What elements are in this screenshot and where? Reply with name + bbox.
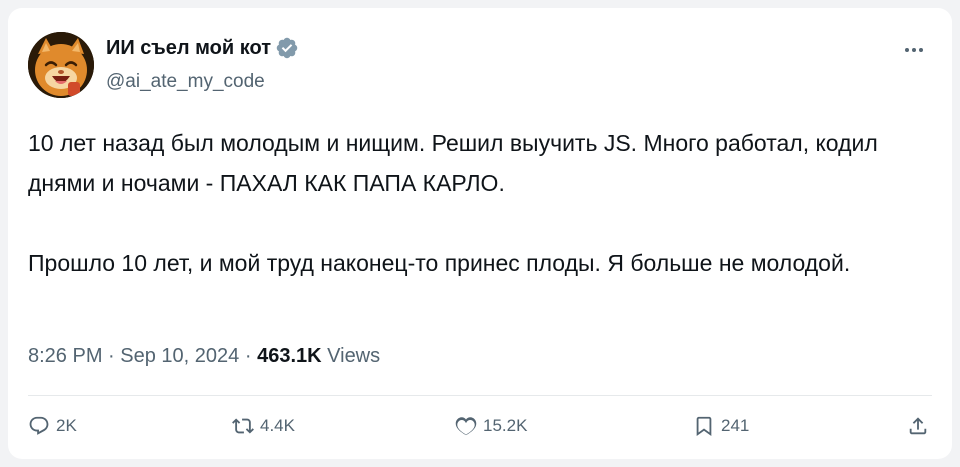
- retweet-count: 4.4K: [260, 416, 295, 435]
- share-icon: [909, 417, 927, 435]
- tweet-text: 10 лет назад был молодым и нищим. Решил …: [28, 123, 928, 283]
- tweet-date[interactable]: Sep 10, 2024: [120, 345, 239, 367]
- tweet-meta: 8:26 PM · Sep 10, 2024 · 463.1K Views: [28, 345, 380, 368]
- display-name[interactable]: ИИ съел мой кот: [106, 37, 271, 60]
- tweet-time[interactable]: 8:26 PM: [28, 345, 102, 367]
- reply-count: 2K: [56, 416, 77, 435]
- verified-badge-icon: [276, 37, 298, 59]
- reply-button[interactable]: 2K: [28, 413, 77, 439]
- like-count: 15.2K: [483, 416, 528, 435]
- author-handle[interactable]: @ai_ate_my_code: [106, 71, 265, 93]
- cat-avatar-image: [28, 32, 94, 98]
- tweet-paragraph: 10 лет назад был молодым и нищим. Решил …: [28, 130, 878, 196]
- reply-icon: [29, 416, 49, 435]
- views-label: Views: [327, 345, 381, 367]
- bookmark-icon: [696, 416, 712, 437]
- author-name-row: ИИ съел мой кот: [106, 36, 299, 60]
- views-count: 463.1K: [257, 345, 322, 367]
- divider: [28, 395, 932, 396]
- like-button[interactable]: 15.2K: [455, 413, 527, 439]
- avatar[interactable]: [28, 32, 94, 98]
- tweet-card: ИИ съел мой кот @ai_ate_my_code 10 лет н…: [8, 8, 952, 459]
- meta-separator: ·: [244, 345, 252, 367]
- heart-icon: [455, 417, 477, 436]
- retweet-button[interactable]: 4.4K: [232, 413, 295, 439]
- share-button[interactable]: [907, 413, 929, 439]
- more-horizontal-icon: [905, 48, 923, 52]
- bookmark-button[interactable]: 241: [693, 413, 749, 439]
- meta-separator: ·: [108, 345, 115, 367]
- tweet-paragraph: Прошло 10 лет, и мой труд наконец-то при…: [28, 250, 851, 276]
- retweet-icon: [232, 418, 254, 434]
- more-options-button[interactable]: [898, 38, 930, 62]
- bookmark-count: 241: [721, 416, 750, 435]
